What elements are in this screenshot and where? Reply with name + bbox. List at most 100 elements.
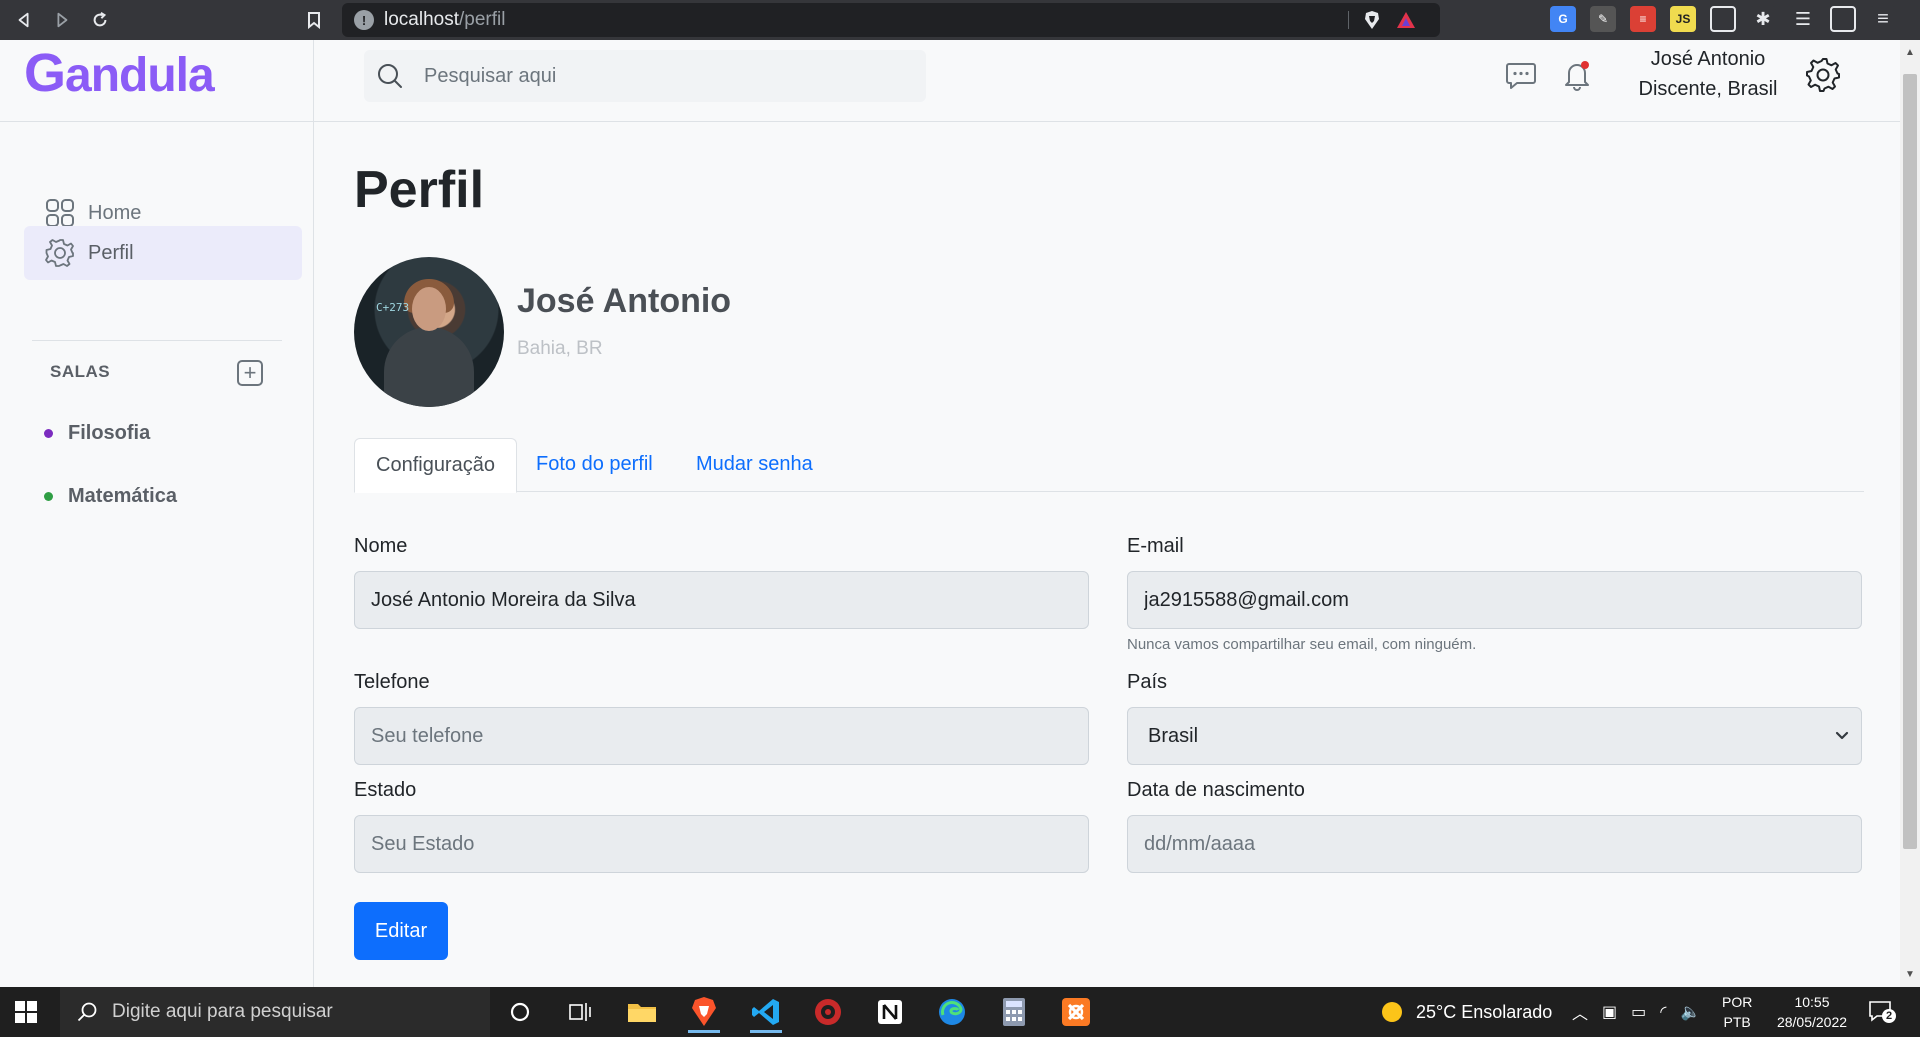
pais-selected-value: Brasil [1148, 724, 1199, 747]
cortana-icon[interactable] [500, 993, 540, 1031]
user-menu[interactable]: José Antonio Discente, Brasil [1628, 44, 1788, 104]
room-item-filosofia[interactable]: Filosofia [44, 422, 150, 445]
edge-icon[interactable] [932, 993, 972, 1031]
extensions-bar: G ✎ ≡ JS ✱ ☰ ≡ [1550, 6, 1896, 32]
user-role: Discente, Brasil [1638, 78, 1778, 100]
sidebar: Gandula Home Perfil SALAS + Filosofia Ma… [0, 40, 314, 987]
weather-widget[interactable]: 25°C Ensolarado [1380, 987, 1552, 1037]
scrollbar-thumb[interactable] [1903, 74, 1917, 849]
file-explorer-icon[interactable] [622, 993, 662, 1031]
room-label: Filosofia [68, 422, 151, 444]
sidebar-divider [0, 121, 314, 122]
nascimento-label: Data de nascimento [1127, 779, 1305, 801]
profile-name: José Antonio [517, 282, 732, 320]
address-bar[interactable]: ! localhost/perfil [342, 3, 1440, 37]
nome-field[interactable] [354, 571, 1089, 629]
task-view-icon[interactable] [560, 993, 600, 1031]
data-nascimento-field[interactable] [1127, 815, 1862, 873]
edit-button[interactable]: Editar [354, 902, 448, 960]
top-header: José Antonio Discente, Brasil [314, 40, 1900, 122]
url-text: localhost/perfil [384, 9, 506, 30]
forward-icon[interactable] [48, 6, 76, 34]
salas-heading: SALAS [50, 362, 111, 381]
wallet-icon[interactable] [1830, 6, 1856, 32]
telefone-field[interactable] [354, 707, 1089, 765]
devtool-app-icon[interactable] [808, 993, 848, 1031]
notification-dot [1581, 61, 1589, 69]
calculator-icon[interactable] [994, 993, 1034, 1031]
tab-mudar-senha[interactable]: Mudar senha [675, 438, 834, 492]
tab-foto-do-perfil[interactable]: Foto do perfil [515, 438, 674, 492]
chevron-up-icon[interactable]: ︿ [1572, 1000, 1588, 1024]
grid-icon [46, 199, 74, 227]
search-bar[interactable] [364, 50, 926, 102]
room-dot [44, 429, 53, 438]
add-room-button[interactable]: + [237, 360, 263, 386]
volume-icon[interactable]: 🔈 [1680, 1002, 1700, 1022]
room-dot [44, 492, 53, 501]
taskbar-search-placeholder: Digite aqui para pesquisar [112, 1001, 333, 1022]
language-indicator[interactable]: POR PTB [1722, 992, 1752, 1032]
scroll-up-arrow-icon[interactable]: ▲ [1903, 46, 1917, 60]
back-icon[interactable] [10, 6, 38, 34]
bell-icon[interactable] [1560, 58, 1594, 92]
notification-count-badge: 2 [1882, 1009, 1896, 1023]
address-separator [1348, 11, 1349, 29]
chevron-down-icon [1835, 731, 1849, 740]
user-name: José Antonio [1650, 48, 1766, 70]
search-icon [378, 64, 402, 88]
profile-tabs: Configuração Foto do perfil Mudar senha [354, 438, 1864, 493]
system-tray: ︿ ▣ ▭ ◜ 🔈 [1572, 987, 1700, 1037]
sidebar-item-label: Home [88, 201, 142, 224]
nome-label: Nome [354, 535, 408, 557]
battery-icon[interactable]: ▭ [1631, 1002, 1646, 1022]
email-field[interactable] [1127, 571, 1862, 629]
weather-text: 25°C Ensolarado [1416, 1001, 1553, 1022]
windows-start-icon[interactable] [14, 1000, 38, 1024]
clock[interactable]: 10:55 28/05/2022 [1766, 992, 1858, 1032]
settings-gear-icon[interactable] [1804, 56, 1842, 94]
pais-select[interactable]: Brasil [1127, 707, 1862, 765]
translate-icon[interactable]: G [1550, 6, 1576, 32]
sidebar-item-perfil[interactable]: Perfil [24, 226, 302, 280]
menu-icon[interactable]: ≡ [1870, 6, 1896, 32]
salas-divider [32, 340, 282, 341]
clock-time: 10:55 [1794, 994, 1830, 1010]
page-title: Perfil [354, 161, 485, 219]
avatar: C+273 [354, 257, 504, 407]
estado-label: Estado [354, 779, 417, 801]
scroll-down-arrow-icon[interactable]: ▼ [1903, 968, 1917, 982]
window-icon[interactable] [1710, 6, 1736, 32]
todoist-icon[interactable]: ≡ [1630, 6, 1656, 32]
reload-icon[interactable] [86, 6, 114, 34]
taskbar-search[interactable]: Digite aqui para pesquisar [60, 987, 490, 1037]
pais-label: País [1127, 671, 1168, 693]
site-info-icon[interactable]: ! [354, 10, 374, 30]
room-label: Matemática [68, 485, 177, 507]
search-input[interactable] [424, 64, 884, 88]
search-icon [77, 1002, 97, 1022]
chat-icon[interactable] [1504, 58, 1538, 92]
dev-tool-icon[interactable]: ✎ [1590, 6, 1616, 32]
email-help-text: Nunca vamos compartilhar seu email, com … [1127, 636, 1477, 653]
estado-field[interactable] [354, 815, 1089, 873]
extensions-puzzle-icon[interactable]: ✱ [1750, 6, 1776, 32]
clock-date: 28/05/2022 [1776, 1014, 1848, 1030]
javascript-icon[interactable]: JS [1670, 6, 1696, 32]
brave-shields-icon[interactable] [1362, 10, 1382, 30]
brave-browser-icon[interactable] [684, 993, 724, 1033]
gear-icon [45, 239, 74, 267]
notification-center-icon[interactable]: 2 [1868, 999, 1896, 1025]
tab-configuracao[interactable]: Configuração [354, 438, 517, 493]
brave-rewards-icon[interactable] [1396, 10, 1416, 30]
app-logo[interactable]: Gandula [24, 42, 215, 104]
xampp-icon[interactable] [1056, 993, 1096, 1031]
playlist-icon[interactable]: ☰ [1790, 6, 1816, 32]
notion-icon[interactable] [870, 993, 910, 1031]
taskbar: Digite aqui para pesquisar 25°C Ensolara… [0, 987, 1920, 1037]
bookmark-icon[interactable] [300, 6, 328, 34]
meet-now-icon[interactable]: ▣ [1602, 1002, 1617, 1022]
vscode-icon[interactable] [746, 993, 786, 1033]
wifi-icon[interactable]: ◜ [1660, 1002, 1666, 1022]
room-item-matematica[interactable]: Matemática [44, 485, 177, 508]
